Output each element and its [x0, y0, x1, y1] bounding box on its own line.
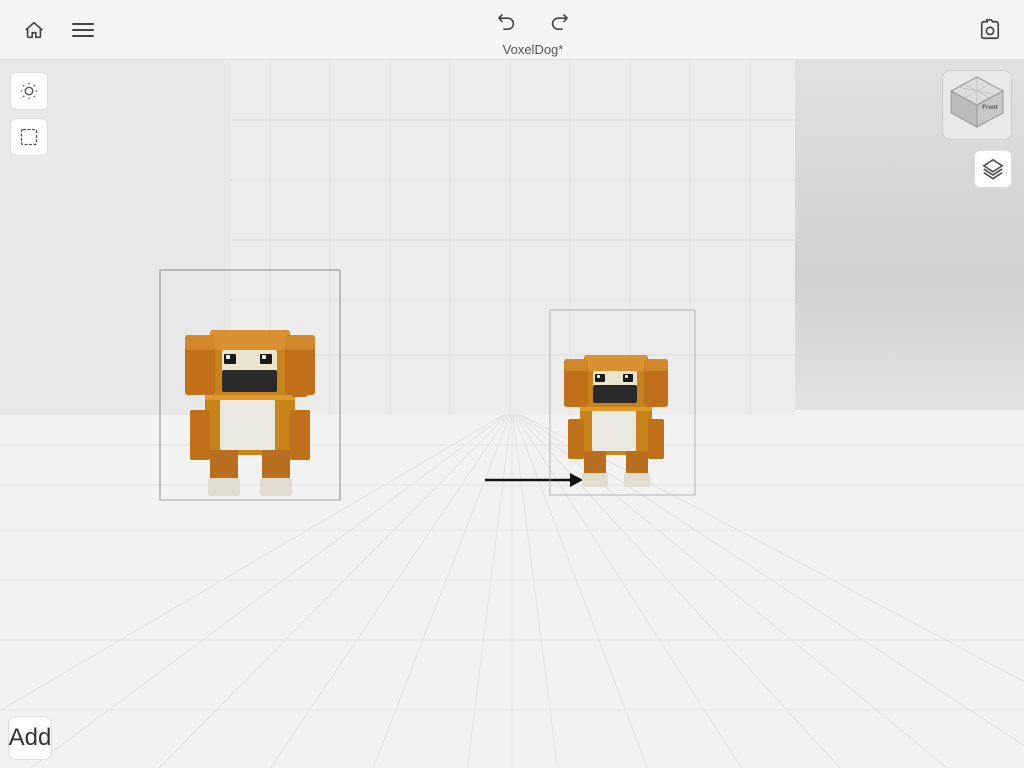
- view-cube[interactable]: Front: [942, 70, 1012, 140]
- svg-text:Front: Front: [982, 105, 997, 111]
- plus-icon: Add: [9, 726, 52, 750]
- home-button[interactable]: [16, 12, 52, 48]
- right-sidebar: Front: [942, 70, 1012, 188]
- left-sidebar: [0, 60, 60, 168]
- screenshot-button[interactable]: [972, 12, 1008, 48]
- redo-button[interactable]: [541, 2, 577, 38]
- scene-svg: [0, 60, 1024, 768]
- toolbar-right: [972, 12, 1008, 48]
- toolbar-center: VoxelDog*: [489, 2, 577, 57]
- layers-button[interactable]: [974, 150, 1012, 188]
- bottom-toolbar: Add: [0, 708, 60, 768]
- undo-button[interactable]: [489, 2, 525, 38]
- toolbar: VoxelDog*: [0, 0, 1024, 60]
- sun-button[interactable]: [10, 72, 48, 110]
- menu-button[interactable]: [72, 23, 94, 37]
- viewport[interactable]: [0, 60, 1024, 768]
- toolbar-left: [16, 12, 94, 48]
- add-button[interactable]: Add: [8, 716, 52, 760]
- select-button[interactable]: [10, 118, 48, 156]
- undo-redo-group: [489, 2, 577, 38]
- document-title: VoxelDog*: [503, 42, 564, 57]
